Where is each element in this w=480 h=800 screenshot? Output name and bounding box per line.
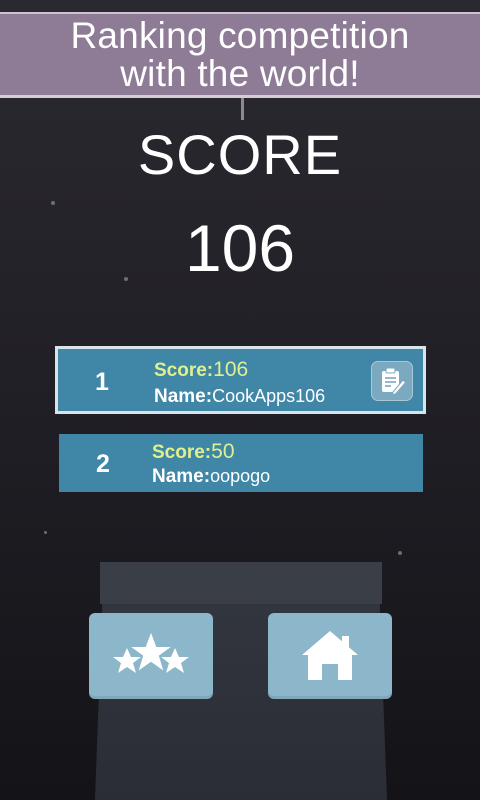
score-heading: SCORE (137, 123, 343, 186)
score-label: Score: (152, 442, 212, 463)
score-label: Score: (154, 360, 214, 381)
ranking-row[interactable]: 1 Score:106 Name:CookApps106 (55, 346, 426, 414)
name-label: Name: (152, 466, 211, 487)
clipboard-pencil-icon (382, 367, 407, 396)
rank-number: 2 (96, 450, 110, 478)
rank-name-line: Name:CookApps106 (154, 386, 325, 408)
score-value: 106 (184, 211, 296, 285)
banner-line-2: with the world! (120, 52, 360, 94)
leaderboard-button[interactable] (89, 613, 213, 699)
player-name: oopogo (210, 466, 271, 486)
rank-score-line: Score:106 (154, 358, 248, 382)
score-value: 106 (213, 358, 249, 381)
background-star (51, 201, 55, 205)
ranking-row[interactable]: 2 Score:50 Name:oopogo (59, 434, 423, 492)
edit-name-button[interactable] (371, 361, 413, 401)
pedestal-top (100, 562, 382, 604)
stars-icon (113, 627, 189, 676)
name-label: Name: (154, 386, 213, 407)
rank-number: 1 (95, 368, 109, 396)
banner-stem (241, 98, 244, 120)
background-star (398, 551, 402, 555)
promo-banner: Ranking competition with the world! (0, 12, 480, 98)
score-value: 50 (211, 440, 235, 463)
rank-score-line: Score:50 (152, 440, 235, 464)
home-icon (302, 631, 358, 680)
banner-line-1: Ranking competition (70, 14, 410, 56)
background-star (44, 531, 47, 534)
status-strip (0, 0, 480, 10)
player-name: CookApps106 (212, 386, 326, 406)
rank-name-line: Name:oopogo (152, 466, 270, 488)
home-button[interactable] (268, 613, 392, 699)
